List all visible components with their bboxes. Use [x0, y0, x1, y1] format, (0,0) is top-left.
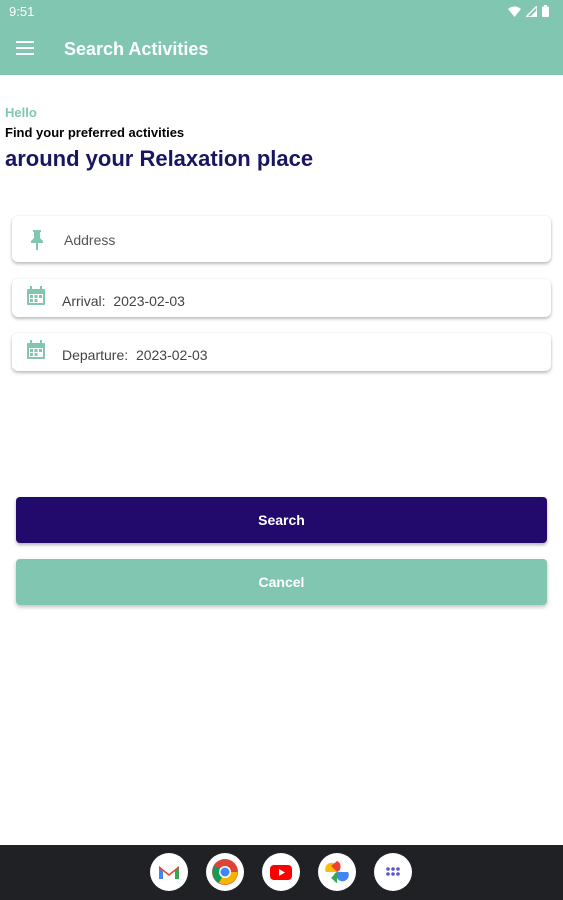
status-icons — [508, 5, 549, 17]
pin-icon — [31, 230, 43, 250]
headline-text: around your Relaxation place — [5, 146, 314, 171]
address-field[interactable]: Address — [12, 216, 551, 262]
status-bar: 9:51 — [0, 0, 563, 24]
wifi-icon — [508, 6, 521, 17]
subtitle-text: Find your preferred activities — [5, 125, 185, 140]
gmail-icon[interactable] — [150, 853, 188, 891]
youtube-icon[interactable] — [262, 853, 300, 891]
departure-label: Departure: — [62, 347, 129, 363]
search-button[interactable]: Search — [16, 497, 547, 543]
calendar-icon — [27, 340, 45, 359]
arrival-label: Arrival: — [62, 293, 106, 309]
arrival-field[interactable]: Arrival: 2023-02-03 — [12, 279, 551, 317]
address-placeholder: Address — [64, 232, 116, 248]
signal-icon — [526, 5, 537, 17]
cancel-button[interactable]: Cancel — [16, 559, 547, 605]
page-title: Search Activities — [64, 39, 209, 59]
status-time: 9:51 — [9, 4, 35, 19]
arrival-text: Arrival: 2023-02-03 — [62, 293, 185, 309]
dock — [0, 845, 563, 900]
photos-icon[interactable] — [318, 853, 356, 891]
calendar-icon — [27, 286, 45, 305]
departure-field[interactable]: Departure: 2023-02-03 — [12, 333, 551, 371]
app-bar: Search Activities — [0, 24, 563, 75]
chrome-icon[interactable] — [206, 853, 244, 891]
hello-text: Hello — [5, 105, 37, 120]
departure-text: Departure: 2023-02-03 — [62, 347, 208, 363]
menu-icon[interactable] — [16, 41, 34, 55]
arrival-date: 2023-02-03 — [113, 293, 185, 309]
app-drawer-icon[interactable] — [374, 853, 412, 891]
departure-date: 2023-02-03 — [135, 347, 208, 363]
battery-icon — [542, 5, 549, 17]
